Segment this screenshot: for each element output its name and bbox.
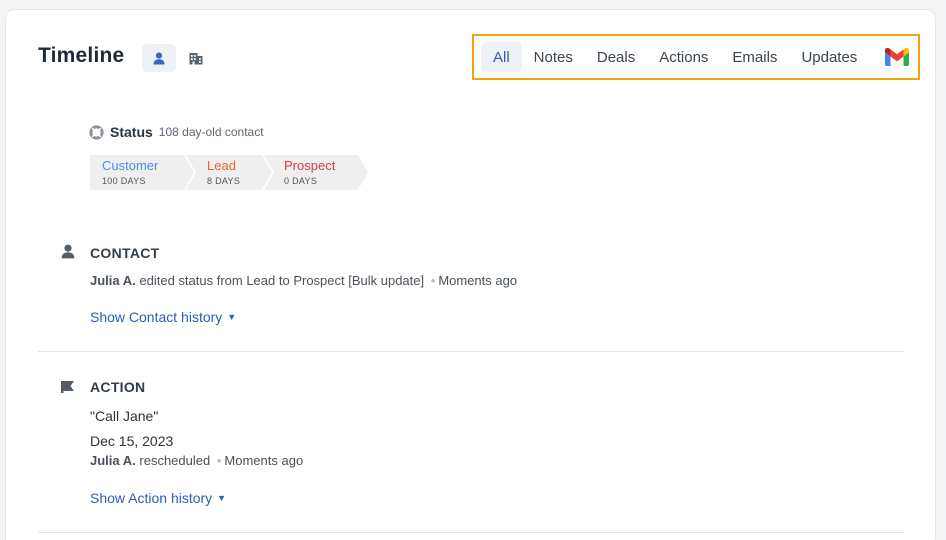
show-action-history-link[interactable]: Show Action history ▼ [90,490,226,506]
filter-updates[interactable]: Updates [789,42,869,72]
stage-prospect[interactable]: Prospect 0 DAYS [264,155,368,190]
activity-time: Moments ago [224,453,304,468]
activity-text: rescheduled [139,453,211,468]
filter-bar: All Notes Deals Actions Emails Updates [472,34,920,80]
activity-time: Moments ago [438,273,518,288]
contact-section-title: CONTACT [90,245,160,261]
filter-emails[interactable]: Emails [720,42,789,72]
stage-days: 100 DAYS [102,176,146,186]
activity-user: Julia A. [90,273,136,288]
filter-actions[interactable]: Actions [647,42,720,72]
contact-activity-line: Julia A. edited status from Lead to Pros… [90,273,517,288]
stage-name: Prospect [284,158,336,173]
action-name: "Call Jane" [90,408,159,424]
gmail-icon [885,48,910,66]
activity-text: edited status from Lead to Prospect [Bul… [139,273,425,288]
stage-name: Lead [207,158,236,173]
separator-dot: • [430,273,436,288]
link-label: Show Action history [90,490,213,506]
show-contact-history-link[interactable]: Show Contact history ▼ [90,309,236,325]
link-label: Show Contact history [90,309,223,325]
building-icon [189,52,203,64]
flag-icon [61,381,74,393]
timeline-card: Timeline All Notes Deals Actions Emails … [5,9,936,540]
status-subtitle: 108 day-old contact [158,125,264,139]
caret-down-icon: ▼ [227,312,237,322]
action-date: Dec 15, 2023 [90,433,174,449]
company-view-button[interactable] [179,44,213,72]
section-divider [38,351,905,352]
page-title: Timeline [38,44,125,67]
filter-deals[interactable]: Deals [585,42,647,72]
person-icon [153,52,165,64]
separator-dot: • [216,453,222,468]
stage-lead[interactable]: Lead 8 DAYS [186,155,272,190]
filter-notes[interactable]: Notes [522,42,585,72]
filter-all[interactable]: All [481,42,522,72]
filter-gmail[interactable] [875,48,919,66]
status-label: Status [110,124,153,140]
caret-down-icon: ▼ [217,493,227,503]
stage-days: 8 DAYS [207,176,241,186]
activity-user: Julia A. [90,453,136,468]
stage-days: 0 DAYS [284,176,318,186]
stage-customer[interactable]: Customer 100 DAYS [90,155,194,190]
person-view-button[interactable] [142,44,176,72]
person-icon [61,244,75,259]
lifebuoy-icon [89,124,104,140]
section-divider [38,532,905,533]
action-section-title: ACTION [90,379,146,395]
stage-name: Customer [102,158,159,173]
status-header: Status 108 day-old contact [89,124,264,140]
action-activity-line: Julia A. rescheduled • Moments ago [90,453,303,468]
